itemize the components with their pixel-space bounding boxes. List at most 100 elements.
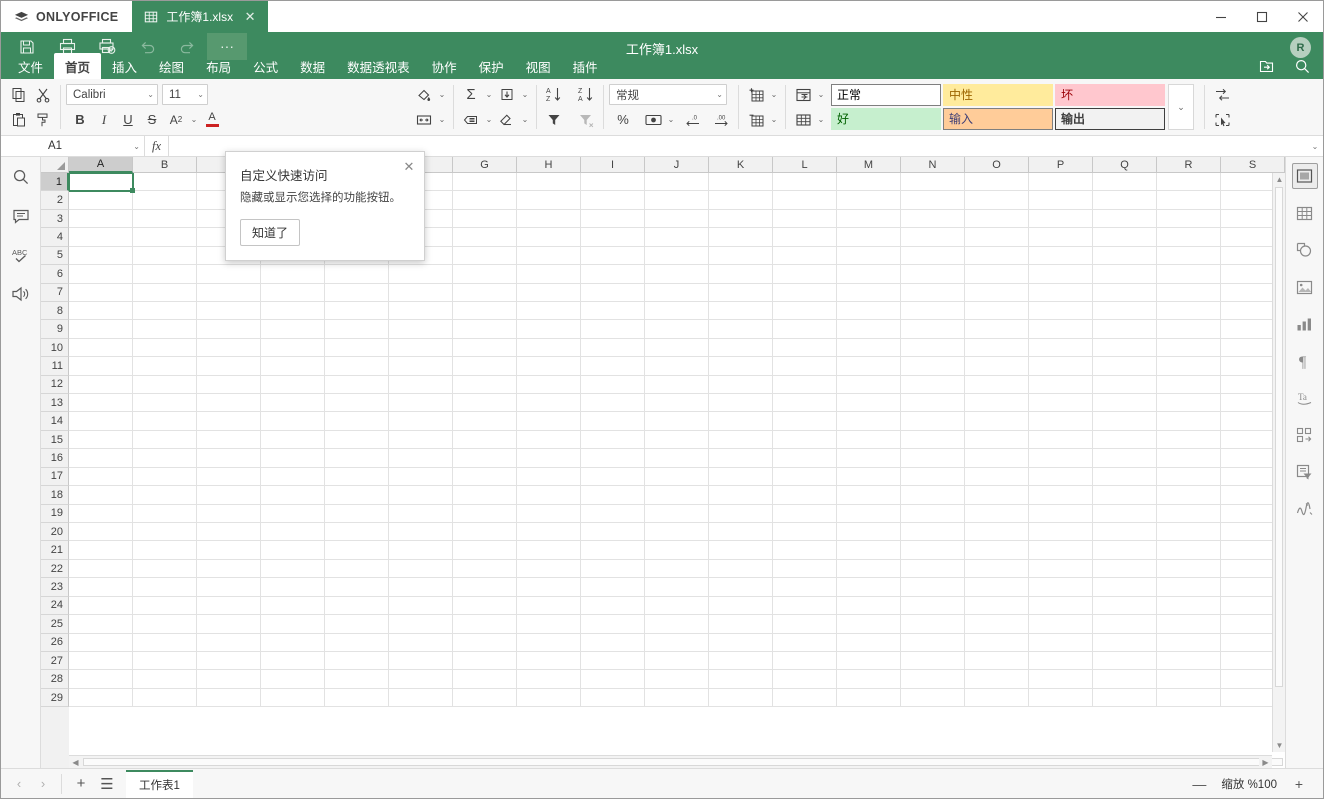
cell-O29[interactable] <box>965 688 1029 707</box>
cell-K19[interactable] <box>709 504 773 523</box>
cell-O16[interactable] <box>965 449 1029 467</box>
cell-L14[interactable] <box>773 412 837 430</box>
expand-formula-bar-button[interactable]: ⌄ <box>1307 136 1323 156</box>
cell-N24[interactable] <box>901 596 965 615</box>
cell-P13[interactable] <box>1029 394 1093 412</box>
cell-A15[interactable] <box>69 430 133 449</box>
cell-Q27[interactable] <box>1093 651 1157 670</box>
column-header-Q[interactable]: Q <box>1093 157 1157 173</box>
cell-O24[interactable] <box>965 596 1029 615</box>
cell-G15[interactable] <box>453 430 517 449</box>
cell-I28[interactable] <box>581 670 645 688</box>
slicer-settings-icon[interactable] <box>1292 459 1318 485</box>
row-header-29[interactable]: 29 <box>41 688 69 708</box>
zoom-out-button[interactable]: — <box>1189 774 1209 794</box>
cell-P28[interactable] <box>1029 670 1093 688</box>
cell-E29[interactable] <box>325 688 389 707</box>
cell-C28[interactable] <box>197 670 261 688</box>
cell-M1[interactable] <box>837 173 901 191</box>
cell-H19[interactable] <box>517 504 581 523</box>
cell-O7[interactable] <box>965 283 1029 301</box>
zoom-level-label[interactable]: 缩放 %100 <box>1221 776 1277 792</box>
cell-M7[interactable] <box>837 283 901 301</box>
underline-button[interactable]: U <box>116 108 140 131</box>
text-art-settings-icon[interactable]: Ta <box>1292 385 1318 411</box>
copy-button[interactable] <box>7 83 31 106</box>
cell-Q23[interactable] <box>1093 578 1157 596</box>
cell-J23[interactable] <box>645 578 709 596</box>
cell-K28[interactable] <box>709 670 773 688</box>
tab-pivot-table[interactable]: 数据透视表 <box>336 53 421 79</box>
cell-J27[interactable] <box>645 651 709 670</box>
select-all-corner[interactable] <box>41 157 69 173</box>
cell-R28[interactable] <box>1157 670 1221 688</box>
cell-N3[interactable] <box>901 209 965 228</box>
cell-E21[interactable] <box>325 541 389 559</box>
cell-J28[interactable] <box>645 670 709 688</box>
cell-A11[interactable] <box>69 357 133 375</box>
cell-K14[interactable] <box>709 412 773 430</box>
cell-Q10[interactable] <box>1093 338 1157 357</box>
cell-C19[interactable] <box>197 504 261 523</box>
column-header-R[interactable]: R <box>1157 157 1221 173</box>
cell-J18[interactable] <box>645 486 709 504</box>
cell-L5[interactable] <box>773 246 837 265</box>
cell-H18[interactable] <box>517 486 581 504</box>
cell-P14[interactable] <box>1029 412 1093 430</box>
cell-I5[interactable] <box>581 246 645 265</box>
cell-J4[interactable] <box>645 228 709 246</box>
cell-C27[interactable] <box>197 651 261 670</box>
cell-C22[interactable] <box>197 559 261 578</box>
cell-O12[interactable] <box>965 375 1029 394</box>
cell-G24[interactable] <box>453 596 517 615</box>
cell-L15[interactable] <box>773 430 837 449</box>
table-settings-icon[interactable] <box>1292 200 1318 226</box>
row-header-13[interactable]: 13 <box>41 394 69 413</box>
cell-Q13[interactable] <box>1093 394 1157 412</box>
cell-E15[interactable] <box>325 430 389 449</box>
cell-G1[interactable] <box>453 173 517 191</box>
cell-K29[interactable] <box>709 688 773 707</box>
cell-P2[interactable] <box>1029 191 1093 209</box>
cell-E24[interactable] <box>325 596 389 615</box>
row-header-22[interactable]: 22 <box>41 559 69 579</box>
cell-A6[interactable] <box>69 265 133 283</box>
cell-E8[interactable] <box>325 301 389 320</box>
cell-B28[interactable] <box>133 670 197 688</box>
cell-E25[interactable] <box>325 615 389 633</box>
cell-M28[interactable] <box>837 670 901 688</box>
cell-M23[interactable] <box>837 578 901 596</box>
cell-M2[interactable] <box>837 191 901 209</box>
cell-C14[interactable] <box>197 412 261 430</box>
cell-I6[interactable] <box>581 265 645 283</box>
cell-R20[interactable] <box>1157 523 1221 541</box>
cell-A28[interactable] <box>69 670 133 688</box>
cell-G26[interactable] <box>453 633 517 651</box>
cell-H1[interactable] <box>517 173 581 191</box>
cell-G8[interactable] <box>453 301 517 320</box>
cell-Q11[interactable] <box>1093 357 1157 375</box>
cell-C7[interactable] <box>197 283 261 301</box>
cell-J6[interactable] <box>645 265 709 283</box>
cell-L16[interactable] <box>773 449 837 467</box>
cell-P27[interactable] <box>1029 651 1093 670</box>
cell-H17[interactable] <box>517 467 581 486</box>
cell-R11[interactable] <box>1157 357 1221 375</box>
cell-Q9[interactable] <box>1093 320 1157 338</box>
cell-G20[interactable] <box>453 523 517 541</box>
cell-F7[interactable] <box>389 283 453 301</box>
cell-F18[interactable] <box>389 486 453 504</box>
cell-J5[interactable] <box>645 246 709 265</box>
cell-E6[interactable] <box>325 265 389 283</box>
previous-sheet-button[interactable]: ‹ <box>7 772 31 796</box>
cell-F26[interactable] <box>389 633 453 651</box>
fill-series-button[interactable] <box>495 83 519 106</box>
cell-R17[interactable] <box>1157 467 1221 486</box>
cell-M17[interactable] <box>837 467 901 486</box>
cell-P18[interactable] <box>1029 486 1093 504</box>
cell-A9[interactable] <box>69 320 133 338</box>
cell-N21[interactable] <box>901 541 965 559</box>
clear-filter-button[interactable] <box>574 108 598 131</box>
row-header-17[interactable]: 17 <box>41 467 69 487</box>
cell-I21[interactable] <box>581 541 645 559</box>
